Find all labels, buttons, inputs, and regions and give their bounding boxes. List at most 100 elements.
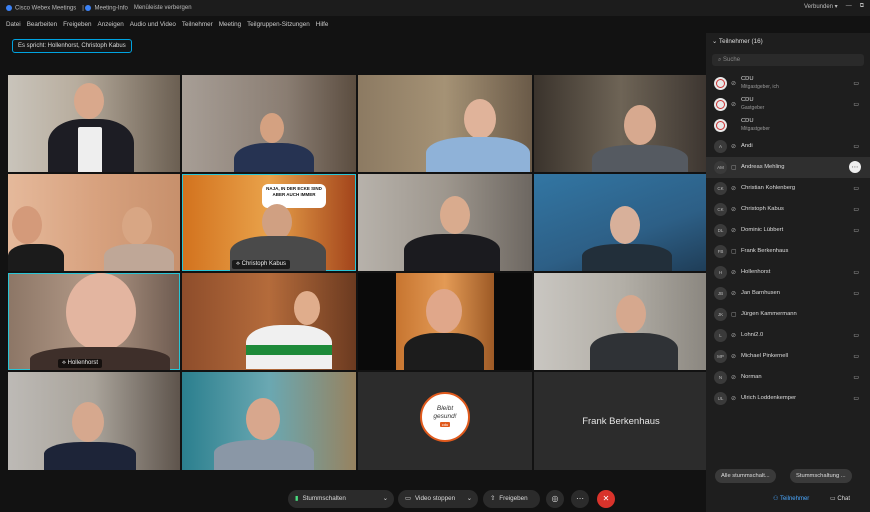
status-icon: ▢: [731, 249, 737, 255]
participants-panel: ⌄ Teilnehmer (16) ⌕ Suche ⊘ CDU Mitgastgeb…: [706, 33, 870, 512]
mute-all-button[interactable]: Alle stummschalt...: [715, 469, 776, 483]
menu-teilnehmer[interactable]: Teilnehmer: [182, 21, 213, 28]
participant-item[interactable]: H ⊘ Hollenhorst ▭: [706, 262, 870, 283]
more-button[interactable]: ⋯: [571, 490, 589, 508]
participant-body: [590, 333, 678, 370]
video-tile[interactable]: Bleibt gesund! cdu: [358, 372, 532, 470]
participant-item[interactable]: ⊘ CDU Gastgeber ▭: [706, 94, 870, 115]
video-tile[interactable]: ⟡ Hollenhorst: [8, 273, 180, 370]
leave-button[interactable]: ✕: [597, 490, 615, 508]
participant-item[interactable]: CK ⊘ Christoph Kabus ▭: [706, 199, 870, 220]
menu-datei[interactable]: Datei: [6, 21, 21, 28]
participant-item[interactable]: MP ⊘ Michael Pinkernell ▭: [706, 346, 870, 367]
unmute-all-button[interactable]: Stummschaltung ...: [790, 469, 852, 483]
search-icon: ⌕: [718, 57, 722, 63]
video-tile[interactable]: NAJA, IN DER ECKE SIND ABER AUCH IMMER ⟡…: [182, 174, 356, 271]
video-tile[interactable]: [8, 75, 180, 172]
mic-icon[interactable]: ▭: [853, 269, 859, 276]
people-icon: ⚇: [773, 496, 779, 502]
status-icon: ⊘: [731, 270, 737, 276]
mic-icon[interactable]: ▭: [853, 332, 859, 339]
participant-head: [440, 196, 470, 234]
restore-button[interactable]: ⧉: [860, 3, 864, 10]
video-tile[interactable]: [534, 174, 708, 271]
avatar: [714, 98, 727, 111]
participant-item[interactable]: JB ⊘ Jan Barnhusen ▭: [706, 283, 870, 304]
video-tile[interactable]: [8, 372, 180, 470]
participant-head: [426, 289, 462, 333]
participant-item[interactable]: L ⊘ Lohni2.0 ▭: [706, 325, 870, 346]
chat-toggle[interactable]: ▭ Chat: [830, 491, 850, 507]
participant-item[interactable]: ⊘ CDU Mitgastgeber, ich ▭: [706, 73, 870, 94]
status-icon: ⊘: [731, 375, 737, 381]
video-tile[interactable]: [358, 174, 532, 271]
hide-menubar[interactable]: Menüleiste verbergen: [134, 5, 192, 11]
participant-head: [260, 113, 284, 143]
status-icon: ⊘: [731, 228, 737, 234]
participant-item[interactable]: CDU Mitgastgeber: [706, 115, 870, 136]
mic-icon[interactable]: ▭: [853, 353, 859, 360]
mic-icon[interactable]: ▭: [853, 206, 859, 213]
mic-icon[interactable]: ▭: [853, 290, 859, 297]
mic-icon[interactable]: ▭: [853, 143, 859, 150]
participants-toggle[interactable]: ⚇ Teilnehmer: [773, 491, 809, 507]
participant-item[interactable]: FB ▢ Frank Berkenhaus: [706, 241, 870, 262]
video-tile[interactable]: [182, 372, 356, 470]
status-icon: ▢: [731, 312, 737, 318]
meeting-info[interactable]: | Meeting-Info: [82, 4, 128, 11]
participant-item[interactable]: A ⊘ Andi ▭: [706, 136, 870, 157]
connection-status[interactable]: Verbunden ▾: [804, 3, 838, 10]
status-icon: ⊘: [731, 207, 737, 213]
participant-body: [234, 143, 314, 172]
participant-head: [74, 83, 104, 119]
mute-button[interactable]: ▮ Stummschalten ⌄: [288, 490, 394, 508]
video-tile[interactable]: [358, 75, 532, 172]
avatar: A: [714, 140, 727, 153]
mic-icon[interactable]: ▭: [853, 80, 859, 87]
menu-anzeigen[interactable]: Anzeigen: [98, 21, 124, 28]
avatar: JK: [714, 308, 727, 321]
avatar: UL: [714, 392, 727, 405]
video-tile[interactable]: [534, 273, 708, 370]
search-input[interactable]: ⌕ Suche: [712, 54, 864, 66]
video-tile[interactable]: [534, 75, 708, 172]
mic-icon[interactable]: ▭: [853, 101, 859, 108]
mic-icon[interactable]: ▭: [853, 185, 859, 192]
menu-teilgruppen[interactable]: Teilgruppen-Sitzungen: [247, 21, 310, 28]
record-button[interactable]: ◎: [546, 490, 564, 508]
video-tile[interactable]: [182, 273, 356, 370]
title-bar: Cisco Webex Meetings | Meeting-Info Menü…: [0, 0, 870, 16]
video-tile[interactable]: [182, 75, 356, 172]
chevron-down-icon[interactable]: ⌄: [467, 490, 472, 508]
status-icon: ⊘: [731, 396, 737, 402]
participant-head: [72, 402, 104, 442]
menu-freigeben[interactable]: Freigeben: [63, 21, 91, 28]
participant-item[interactable]: CK ⊘ Christian Kohlenberg ▭: [706, 178, 870, 199]
chevron-down-icon[interactable]: ⌄: [383, 490, 388, 508]
participant-body: [426, 137, 530, 172]
participant-item[interactable]: DL ⊘ Dominic Lübbert ▭: [706, 220, 870, 241]
minimize-button[interactable]: —: [846, 3, 852, 10]
menu-audio-video[interactable]: Audio und Video: [130, 21, 176, 28]
participant-item[interactable]: JK ▢ Jürgen Kammermann: [706, 304, 870, 325]
menu-bearbeiten[interactable]: Bearbeiten: [27, 21, 57, 28]
participant-item[interactable]: UL ⊘ Ulrich Loddenkemper ▭: [706, 388, 870, 409]
video-tile[interactable]: [358, 273, 532, 370]
participant-body: [44, 442, 136, 470]
video-tile[interactable]: [8, 174, 180, 271]
participant-head: [246, 398, 280, 440]
share-button[interactable]: ⇧ Freigeben: [483, 490, 540, 508]
participant-item[interactable]: AM ▢ Andreas Mehling ⋯: [706, 157, 870, 178]
mic-icon[interactable]: ▭: [853, 395, 859, 402]
share-icon: ⇧: [490, 495, 496, 502]
menu-meeting[interactable]: Meeting: [219, 21, 241, 28]
menu-hilfe[interactable]: Hilfe: [316, 21, 329, 28]
mic-icon[interactable]: ▭: [853, 227, 859, 234]
participant-item[interactable]: N ⊘ Norman ▭: [706, 367, 870, 388]
mic-icon[interactable]: ▭: [853, 374, 859, 381]
more-options-icon[interactable]: ⋯: [849, 161, 861, 173]
participant-body: [404, 234, 500, 271]
video-button[interactable]: ▭ Video stoppen ⌄: [398, 490, 478, 508]
participant-body: [214, 440, 314, 470]
video-tile[interactable]: Frank Berkenhaus: [534, 372, 708, 470]
